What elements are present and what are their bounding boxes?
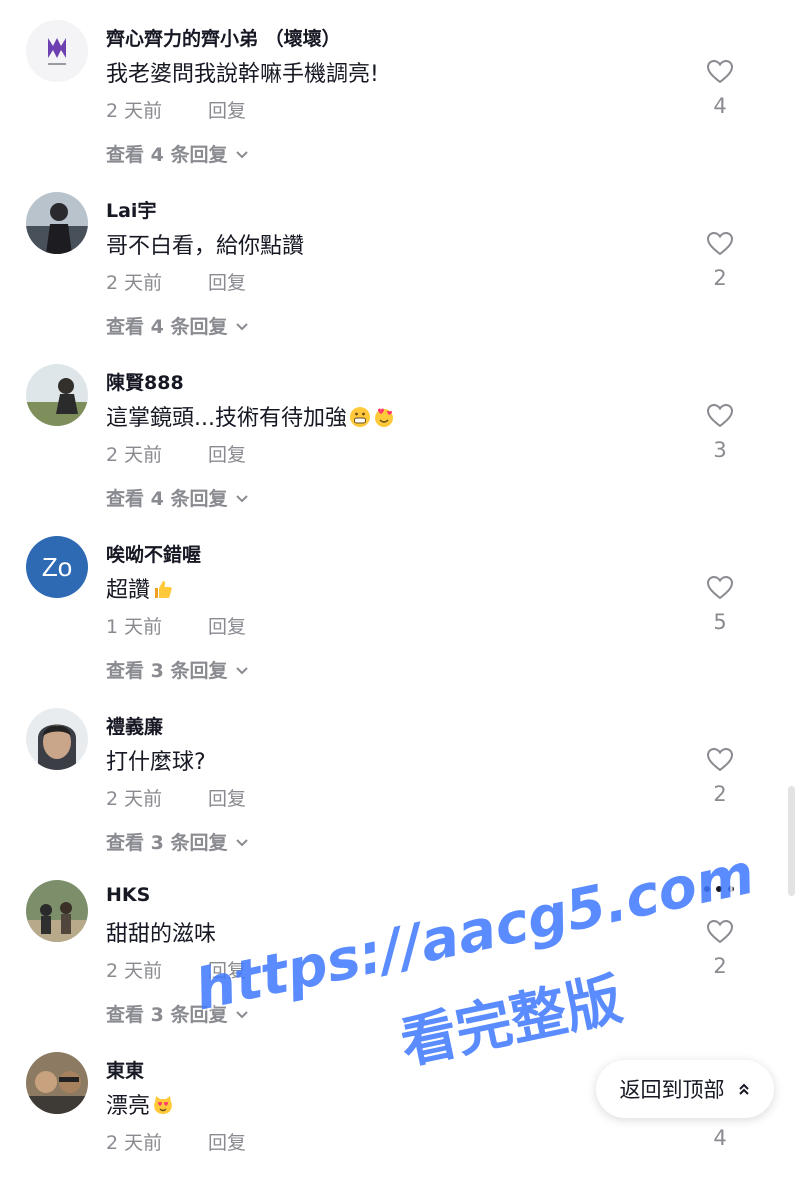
comment-item: 齊心齊力的齊小弟 （壞壞） 我老婆問我說幹嘛手機調亮! 2 天前 回复 查看 4… — [0, 0, 800, 172]
chevron-down-icon — [236, 322, 249, 330]
heart-icon[interactable] — [706, 918, 734, 946]
avatar[interactable] — [26, 708, 88, 770]
comment-text-content: 這掌鏡頭...技術有待加強 — [106, 406, 347, 431]
view-replies-button[interactable]: 查看 4 条回复 — [106, 312, 249, 339]
comment-text: 甜甜的滋味 — [106, 916, 216, 948]
chevron-down-icon — [236, 838, 249, 846]
view-replies-label: 查看 4 条回复 — [106, 316, 228, 338]
comment-username[interactable]: HKS — [106, 884, 150, 906]
heart-icon[interactable] — [706, 230, 734, 258]
double-chevron-up-icon — [738, 1083, 749, 1095]
heart-icon[interactable] — [706, 58, 734, 86]
chevron-down-icon — [236, 150, 249, 158]
like-count: 2 — [713, 782, 727, 806]
comment-item: Zo 唉呦不錯喔 超讚 1 天前 回复 查看 3 条回复 5 — [0, 516, 800, 688]
like-count: 2 — [713, 266, 727, 290]
comment-item: Lai宇 哥不白看，給你點讚 2 天前 回复 查看 4 条回复 2 — [0, 172, 800, 344]
comment-text: 哥不白看，給你點讚 — [106, 228, 304, 260]
view-replies-button[interactable]: 查看 3 条回复 — [106, 828, 249, 855]
comment-time: 1 天前 — [106, 616, 163, 638]
like-count: 5 — [713, 610, 727, 634]
like-count: 2 — [713, 954, 727, 978]
avatar[interactable] — [26, 364, 88, 426]
view-replies-label: 查看 3 条回复 — [106, 660, 228, 682]
comment-time: 2 天前 — [106, 960, 163, 982]
comment-username[interactable]: 唉呦不錯喔 — [106, 540, 201, 567]
view-replies-label: 查看 3 条回复 — [106, 832, 228, 854]
avatar[interactable] — [26, 1052, 88, 1114]
avatar-initials: Zo — [41, 551, 73, 582]
like-count: 3 — [713, 438, 727, 462]
like-count: 4 — [713, 94, 727, 118]
reply-button[interactable]: 回复 — [208, 956, 246, 983]
reply-button[interactable]: 回复 — [208, 1128, 246, 1155]
comment-time: 2 天前 — [106, 272, 163, 294]
comment-item: 東東 漂亮 2 天前 回复 4 — [0, 1032, 800, 1204]
scrollbar-thumb[interactable] — [788, 786, 795, 896]
view-replies-label: 查看 4 条回复 — [106, 144, 228, 166]
comment-text-content: 漂亮 — [106, 1094, 151, 1119]
view-replies-label: 查看 4 条回复 — [106, 488, 228, 510]
comment-text: 打什麼球? — [106, 744, 206, 776]
comment-text: 超讚 — [106, 572, 174, 604]
avatar[interactable] — [26, 880, 88, 942]
comment-username[interactable]: 東東 — [106, 1056, 144, 1083]
comment-text: 我老婆問我說幹嘛手機調亮! — [106, 56, 379, 88]
comment-text: 這掌鏡頭...技術有待加強 — [106, 400, 395, 432]
heart-eyes-cat-emoji-icon — [152, 1094, 174, 1116]
back-to-top-button[interactable]: 返回到顶部 — [596, 1060, 774, 1118]
comment-item: 陳賢888 這掌鏡頭...技術有待加強 2 天前 回复 查看 4 条回复 3 — [0, 344, 800, 516]
view-replies-button[interactable]: 查看 4 条回复 — [106, 140, 249, 167]
comment-text-content: 哥不白看，給你點讚 — [106, 234, 305, 259]
view-replies-button[interactable]: 查看 4 条回复 — [106, 484, 249, 511]
chevron-down-icon — [236, 494, 249, 502]
like-count: 4 — [713, 1126, 727, 1150]
reply-button[interactable]: 回复 — [208, 268, 246, 295]
heart-icon[interactable] — [706, 746, 734, 774]
chevron-down-icon — [236, 666, 249, 674]
grinning-face-emoji-icon — [349, 406, 371, 428]
chevron-down-icon — [236, 1010, 249, 1018]
view-replies-button[interactable]: 查看 3 条回复 — [106, 1000, 249, 1027]
comment-username[interactable]: 陳賢888 — [106, 368, 184, 395]
comment-text-content: 甜甜的滋味 — [106, 922, 217, 947]
avatar[interactable] — [26, 192, 88, 254]
more-options-icon[interactable] — [704, 886, 736, 896]
comment-time: 2 天前 — [106, 444, 163, 466]
heart-icon[interactable] — [706, 402, 734, 430]
heart-face-emoji-icon — [373, 406, 395, 428]
comment-text: 漂亮 — [106, 1088, 174, 1120]
comment-username[interactable]: Lai宇 — [106, 196, 156, 223]
comment-username[interactable]: 齊心齊力的齊小弟 （壞壞） — [106, 24, 341, 51]
comment-text-content: 超讚 — [106, 578, 151, 603]
thumbs-up-emoji-icon — [152, 578, 174, 600]
comment-username[interactable]: 禮義廉 — [106, 712, 163, 739]
comment-text-content: 打什麼球? — [106, 750, 206, 775]
comment-item: HKS 甜甜的滋味 2 天前 回复 查看 3 条回复 2 — [0, 860, 800, 1032]
comment-time: 2 天前 — [106, 1132, 163, 1154]
reply-button[interactable]: 回复 — [208, 96, 246, 123]
reply-button[interactable]: 回复 — [208, 784, 246, 811]
avatar[interactable]: Zo — [26, 536, 88, 598]
reply-button[interactable]: 回复 — [208, 612, 246, 639]
reply-button[interactable]: 回复 — [208, 440, 246, 467]
comment-item: 禮義廉 打什麼球? 2 天前 回复 查看 3 条回复 2 — [0, 688, 800, 860]
heart-icon[interactable] — [706, 574, 734, 602]
back-to-top-label: 返回到顶部 — [619, 1078, 725, 1102]
comment-time: 2 天前 — [106, 100, 163, 122]
comment-text-content: 我老婆問我說幹嘛手機調亮! — [106, 62, 379, 87]
view-replies-label: 查看 3 条回复 — [106, 1004, 228, 1026]
comment-time: 2 天前 — [106, 788, 163, 810]
view-replies-button[interactable]: 查看 3 条回复 — [106, 656, 249, 683]
avatar[interactable] — [26, 20, 88, 82]
